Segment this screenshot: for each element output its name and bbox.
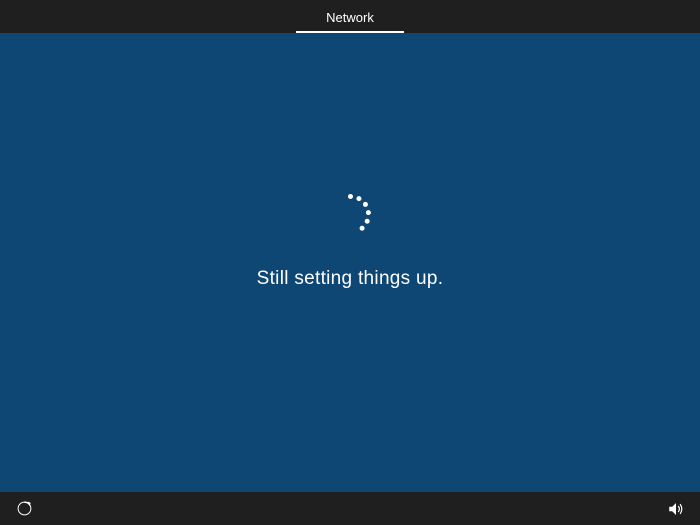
spinner-dot	[365, 210, 370, 215]
spinner-dot	[359, 225, 364, 230]
setup-screen: Network Still setting things up.	[0, 0, 700, 525]
topbar: Network	[0, 0, 700, 33]
tab-network[interactable]: Network	[296, 10, 404, 33]
loading-spinner-icon	[326, 190, 374, 238]
volume-icon	[667, 500, 685, 518]
tab-label: Network	[326, 10, 374, 25]
bottombar	[0, 492, 700, 525]
spinner-dot	[348, 194, 353, 199]
ease-of-access-button[interactable]	[10, 495, 38, 523]
spinner-dot	[364, 218, 369, 223]
content-area: Still setting things up.	[0, 33, 700, 492]
spinner-dot	[356, 196, 361, 201]
spinner-dot	[362, 201, 367, 206]
ease-of-access-icon	[16, 500, 33, 517]
volume-button[interactable]	[662, 495, 690, 523]
status-text: Still setting things up.	[257, 268, 444, 290]
